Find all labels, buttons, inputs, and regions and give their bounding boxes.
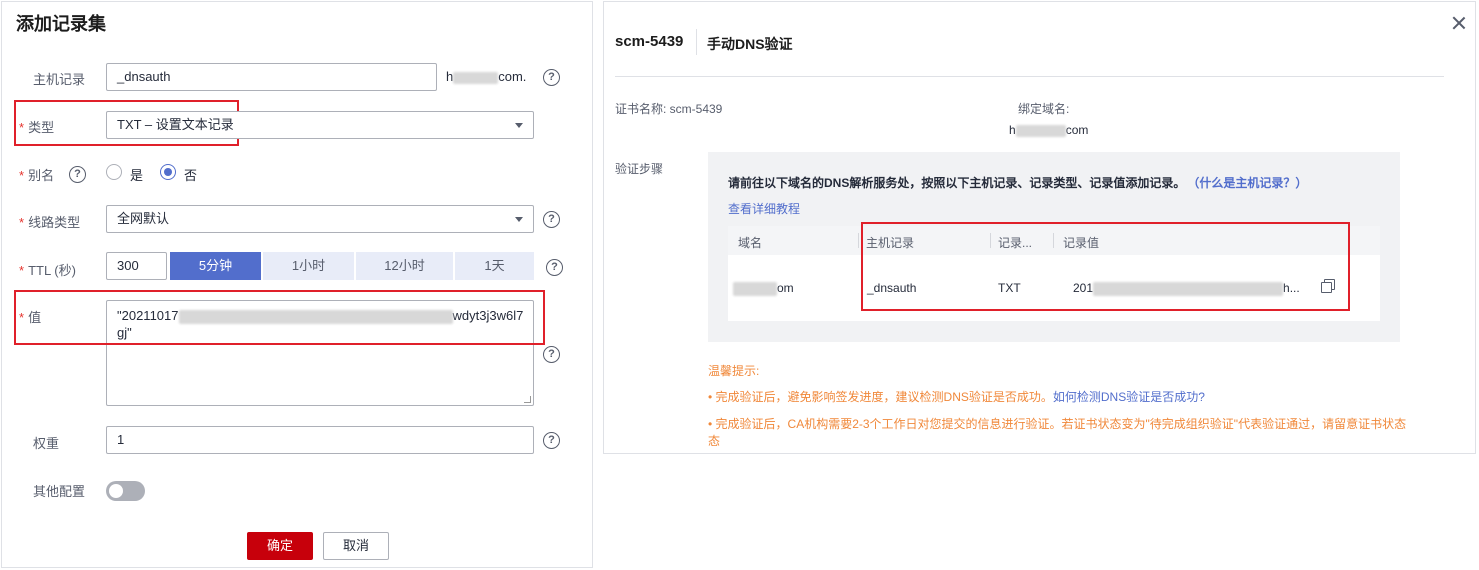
weight-label: 权重 (33, 436, 60, 451)
help-icon[interactable]: ? (543, 432, 560, 449)
bind-domain-label: 绑定域名: (1018, 102, 1070, 116)
redacted-domain (733, 281, 777, 296)
help-icon[interactable]: ? (546, 259, 563, 276)
manual-dns-verification-dialog: scm-5439 手动DNS验证 证书名称: scm-5439 绑定域名: hc… (603, 1, 1476, 454)
redacted-domain (453, 71, 499, 84)
type-label: * 类型 (19, 120, 55, 135)
ttl-option-12hours[interactable]: 12小时 (356, 252, 453, 280)
title-divider (696, 29, 697, 55)
type-select[interactable]: TXT – 设置文本记录 (106, 111, 534, 139)
host-record-label: 主机记录 (33, 72, 86, 87)
ttl-label: * TTL (秒) (19, 263, 76, 278)
route-type-label: * 线路类型 (19, 215, 81, 230)
cell-domain: om (733, 281, 794, 296)
instruction-text: 请前往以下域名的DNS解析服务处，按照以下主机记录、记录类型、记录值添加记录。（… (728, 176, 1308, 190)
bind-domain-value: h com (1009, 123, 1089, 137)
other-config-toggle[interactable] (106, 481, 145, 501)
type-select-value: TXT – 设置文本记录 (117, 117, 234, 132)
chevron-down-icon (515, 217, 523, 222)
panel-title: 添加记录集 (16, 14, 106, 34)
route-type-select[interactable]: 全网默认 (106, 205, 534, 233)
tip-2-line-1: • 完成验证后，CA机构需要2-3个工作日对您提交的信息进行验证。若证书状态变为… (708, 417, 1407, 431)
help-icon[interactable]: ? (543, 346, 560, 363)
help-icon[interactable]: ? (69, 166, 86, 183)
header-divider (615, 76, 1444, 77)
host-domain-suffix: h com. (446, 69, 527, 84)
redacted-domain (1015, 124, 1066, 137)
chevron-down-icon (515, 123, 523, 128)
host-record-input[interactable]: _dnsauth (106, 63, 437, 91)
cert-name: 证书名称: scm-5439 (615, 102, 723, 116)
column-header-domain: 域名 (738, 236, 763, 250)
add-record-set-panel: 添加记录集 主机记录 _dnsauth h com. ? * 类型 TXT – 设置… (1, 1, 593, 568)
highlight-box-value (14, 290, 545, 345)
ttl-option-1hour[interactable]: 1小时 (263, 252, 354, 280)
column-separator (858, 233, 859, 248)
other-config-label: 其他配置 (33, 484, 86, 499)
alias-label: * 别名 (19, 168, 55, 183)
dialog-subtitle: 手动DNS验证 (707, 36, 793, 52)
resize-handle[interactable] (524, 396, 531, 403)
cancel-button[interactable]: 取消 (323, 532, 389, 560)
dialog-title: scm-5439 (615, 33, 684, 50)
alias-no-label: 否 (184, 168, 198, 183)
check-dns-link[interactable]: 如何检测DNS验证是否成功? (1053, 390, 1205, 404)
alias-yes-label: 是 (130, 168, 144, 183)
ttl-option-5min[interactable]: 5分钟 (170, 252, 261, 280)
highlight-box-record (861, 222, 1350, 311)
tutorial-link[interactable]: 查看详细教程 (728, 200, 800, 217)
confirm-button[interactable]: 确定 (247, 532, 313, 560)
what-is-host-link[interactable]: （什么是主机记录？） (1193, 176, 1307, 190)
steps-label: 验证步骤 (615, 162, 664, 176)
tips-title: 温馨提示: (708, 364, 760, 378)
help-icon[interactable]: ? (543, 211, 560, 228)
close-icon[interactable] (1452, 16, 1466, 30)
tip-2-line-2: 态 (708, 434, 721, 448)
help-icon[interactable]: ? (543, 69, 560, 86)
route-type-value: 全网默认 (117, 211, 170, 226)
alias-yes-radio[interactable] (106, 164, 122, 180)
alias-no-radio[interactable] (160, 164, 176, 180)
weight-input[interactable]: 1 (106, 426, 534, 454)
tip-1: • 完成验证后，避免影响签发进度，建议检测DNS验证是否成功。如何检测DNS验证… (708, 390, 1205, 404)
ttl-input[interactable]: 300 (106, 252, 167, 280)
ttl-option-1day[interactable]: 1天 (455, 252, 534, 280)
